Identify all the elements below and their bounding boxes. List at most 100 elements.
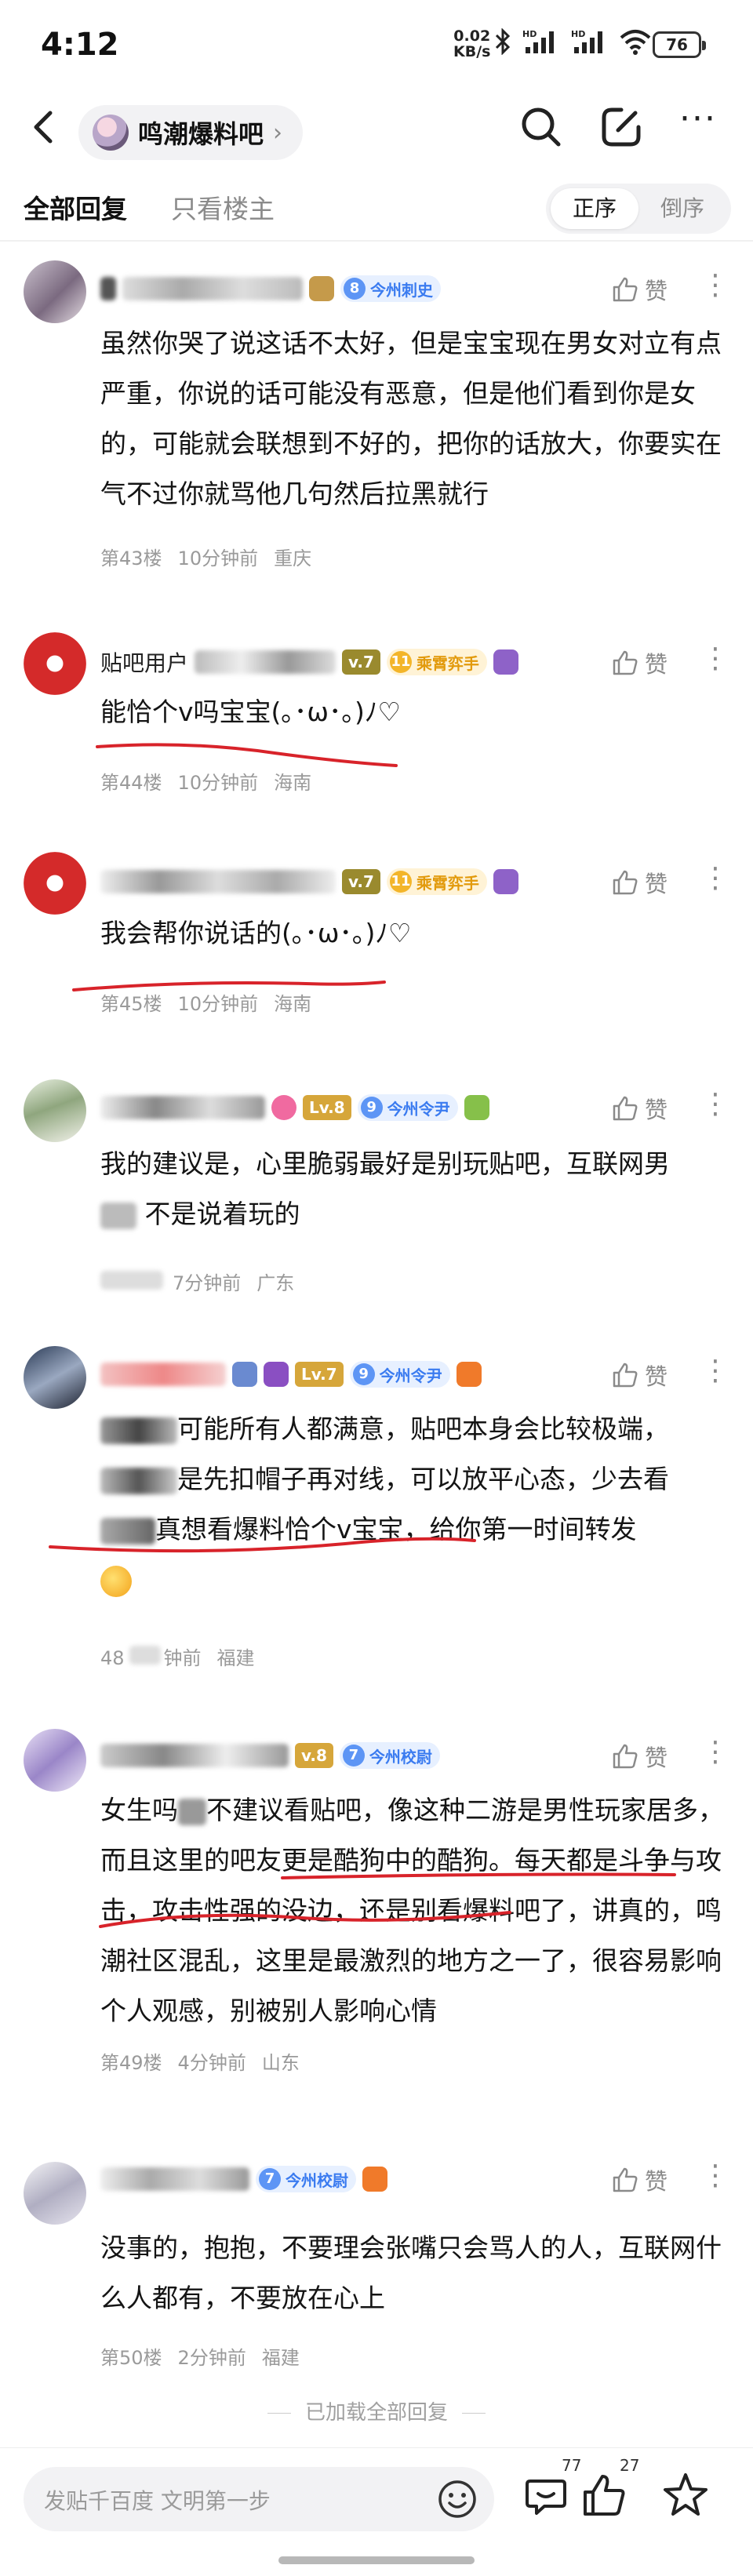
signal-icon: HD [522, 29, 554, 53]
order-desc-button[interactable]: 倒序 [638, 188, 726, 229]
content-blurred [100, 1467, 177, 1494]
reply-meta: 7分钟前 广东 [100, 1268, 310, 1295]
more-options-icon[interactable]: ⋮ [701, 645, 729, 673]
search-icon[interactable] [516, 102, 566, 152]
heart-icon [271, 1095, 296, 1120]
avatar[interactable] [24, 1079, 86, 1142]
thumbs-up-icon [613, 870, 638, 895]
reply-post: 7 今州校尉 赞 ⋮ 没事的，抱抱，不要理会张嘴只会骂人的人，互联网什么人都有，不… [0, 2146, 753, 2381]
avatar[interactable] [24, 1729, 86, 1792]
order-toggle: 正序 倒序 [546, 184, 731, 234]
thumbs-up-icon [613, 1744, 638, 1769]
reply-meta: 第43楼 10分钟前 重庆 [100, 548, 312, 569]
title-badge: 11 乘霄弈手 [386, 649, 487, 675]
emoji-icon[interactable] [436, 2478, 478, 2520]
reply-post: 8 今州刺史 赞 ⋮ 虽然你哭了说这话不太好，但是宝宝现在男女对立有点严重，你说的… [0, 256, 753, 590]
floor-blurred [100, 1271, 163, 1290]
reply-content: 我会帮你说话的(｡･ω･｡)ﾉ♡ [100, 918, 412, 948]
medal-icon [493, 869, 518, 894]
more-options-icon[interactable]: ⋮ [701, 271, 729, 300]
username-blurred [100, 1363, 226, 1386]
thumbs-up-icon[interactable] [579, 2470, 629, 2520]
signal-icon-2: HD [571, 29, 602, 53]
level-badge: Lv.8 [303, 1095, 351, 1120]
svg-text:HD: HD [571, 29, 585, 39]
comment-icon[interactable] [521, 2470, 571, 2520]
level-icon [309, 276, 334, 301]
edit-icon[interactable] [598, 104, 645, 151]
reply-content: 女生吗 不建议看贴吧，像这种二游是男性玩家居多，而且这里的吧友更是酷狗中的酷狗。每… [100, 1795, 724, 2026]
user-line: Lv.8 9 今州令尹 [100, 1090, 489, 1125]
chevron-right-icon: › [273, 118, 283, 147]
reply-post: v.7 11 乘霄弈手 赞 ⋮ 我会帮你说话的(｡･ω･｡)ﾉ♡ 第45楼 10分钟… [0, 849, 753, 1037]
avatar[interactable] [24, 852, 86, 915]
user-line: v.7 11 乘霄弈手 [100, 864, 518, 899]
user-line: 贴吧用户 v.7 11 乘霄弈手 [100, 645, 518, 679]
more-options-icon[interactable]: ⋮ [701, 2162, 729, 2190]
avatar[interactable] [24, 1346, 86, 1409]
meta-blurred [129, 1646, 161, 1665]
medal-icon [493, 649, 518, 675]
reply-input[interactable]: 发贴千百度 文明第一步 [24, 2467, 494, 2531]
home-indicator [278, 2556, 475, 2564]
battery-indicator: 76 [653, 31, 706, 58]
title-badge: 7 今州校尉 [256, 2166, 356, 2192]
order-asc-button[interactable]: 正序 [551, 188, 638, 229]
zodiac-icon [464, 1095, 489, 1120]
username-blurred [100, 2167, 249, 2191]
nav-bar: 鸣潮爆料吧 › ··· [0, 88, 753, 166]
reply-meta: 第44楼 10分钟前 海南 [100, 772, 312, 794]
more-options-icon[interactable]: ⋮ [701, 1357, 729, 1385]
forum-name-pill[interactable]: 鸣潮爆料吧 › [78, 105, 304, 160]
username-blurred [195, 650, 336, 674]
back-icon[interactable] [24, 105, 67, 149]
username: 贴吧用户 [100, 650, 189, 676]
like-button[interactable]: 赞 [612, 1092, 668, 1125]
username-blurred [122, 277, 303, 300]
like-button[interactable]: 赞 [612, 273, 668, 306]
reply-meta: 第49楼 4分钟前 山东 [100, 2052, 300, 2074]
reply-meta: 第50楼 2分钟前 福建 [100, 2347, 300, 2369]
title-badge: 9 今州令尹 [357, 1094, 458, 1121]
forum-logo [93, 115, 129, 151]
like-button[interactable]: 赞 [612, 866, 668, 899]
reply-post: 贴吧用户 v.7 11 乘霄弈手 赞 ⋮ 能恰个v吗宝宝(｡･ω･｡)ﾉ♡ 第44… [0, 629, 753, 817]
like-button[interactable]: 赞 [612, 1359, 668, 1392]
castle-icon [232, 1362, 257, 1387]
avatar[interactable] [24, 2162, 86, 2225]
title-badge: 9 今州令尹 [349, 1361, 450, 1388]
user-line: Lv.7 9 今州令尹 [100, 1357, 482, 1392]
more-options-icon[interactable]: ⋮ [701, 864, 729, 893]
username-blurred [100, 1744, 289, 1767]
tab-only-op[interactable]: 只看楼主 [171, 188, 275, 226]
tab-all-replies[interactable]: 全部回复 [24, 188, 127, 226]
net-speed: 0.02 KB/s [453, 27, 491, 60]
content-blurred [100, 1517, 155, 1545]
star-icon[interactable] [660, 2470, 711, 2520]
like-button[interactable]: 赞 [612, 646, 668, 679]
avatar[interactable] [24, 260, 86, 323]
more-options-icon[interactable]: ⋮ [701, 1738, 729, 1766]
thumbs-up-icon [613, 2167, 638, 2192]
username-blurred [100, 277, 116, 300]
username-blurred [100, 870, 336, 893]
thumbs-up-icon [613, 1363, 638, 1388]
emoji-icon [100, 1565, 132, 1597]
status-icons: HD HD [494, 28, 651, 55]
avatar[interactable] [24, 632, 86, 695]
like-button[interactable]: 赞 [612, 1740, 668, 1773]
reply-post: v.8 7 今州校尉 赞 ⋮ 女生吗 不建议看贴吧，像这种二游是男性玩家居多，而且这… [0, 1723, 753, 2091]
like-button[interactable]: 赞 [612, 2163, 668, 2196]
title-badge: 7 今州校尉 [339, 1742, 440, 1769]
svg-text:HD: HD [522, 29, 537, 39]
level-badge: Lv.7 [295, 1362, 344, 1387]
crown-icon [264, 1362, 289, 1387]
more-options-icon[interactable]: ⋮ [701, 1090, 729, 1119]
user-line: 7 今州校尉 [100, 2162, 387, 2196]
more-icon[interactable]: ··· [675, 102, 722, 151]
clock: 4:12 [41, 27, 119, 63]
reply-meta: 第45楼 10分钟前 海南 [100, 993, 312, 1015]
username-blurred [100, 1096, 265, 1119]
reply-input-placeholder: 发贴千百度 文明第一步 [44, 2488, 271, 2514]
content-blurred [178, 1798, 206, 1825]
